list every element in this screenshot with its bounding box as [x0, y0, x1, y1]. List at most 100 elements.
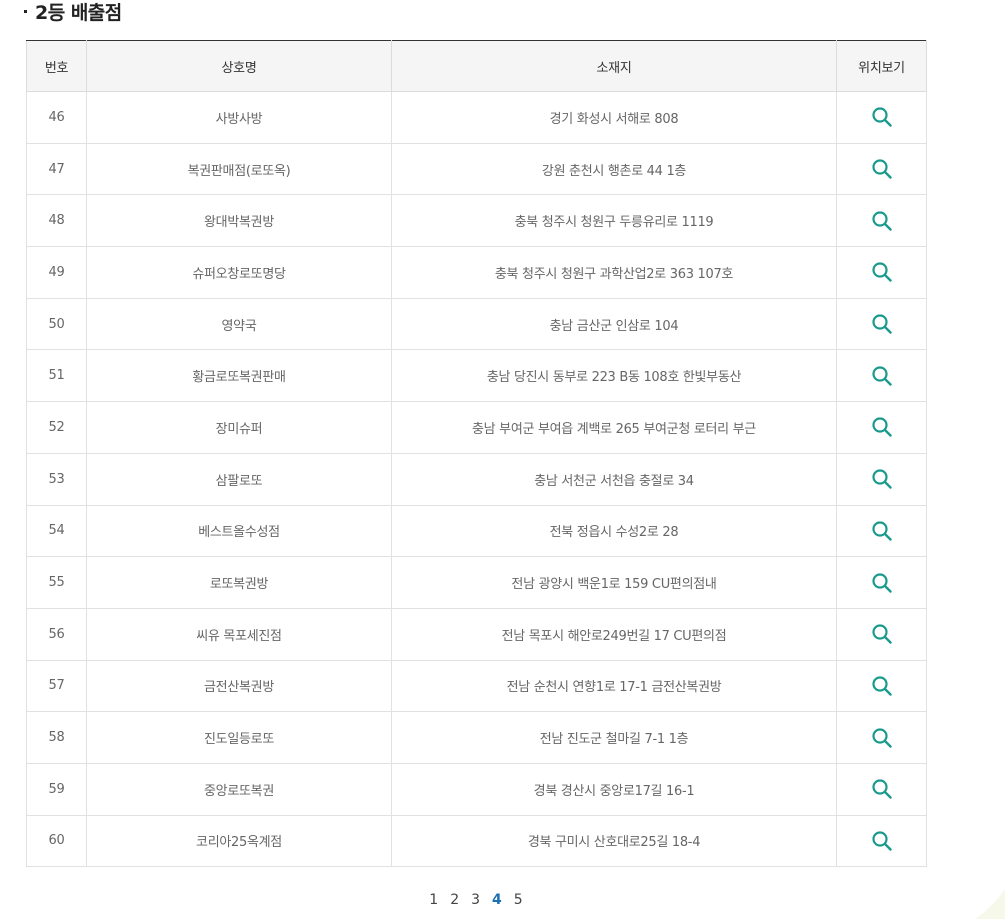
cell-location: [836, 142, 927, 196]
cell-store-name: 진도일등로또: [86, 711, 392, 764]
view-location-button[interactable]: [871, 365, 893, 387]
search-icon: [871, 211, 892, 231]
table-row: 52 장미슈퍼 충남 부여군 부여읍 계백로 265 부여군청 로터리 부근: [26, 401, 927, 454]
cell-address: 경북 경산시 중앙로17길 16-1: [391, 762, 837, 816]
page-link-2[interactable]: 2: [450, 892, 459, 908]
view-location-button[interactable]: [871, 261, 893, 283]
page-link-3[interactable]: 3: [471, 892, 480, 908]
view-location-button[interactable]: [871, 468, 893, 490]
section-title-text: 2등 배출점: [35, 2, 122, 24]
cell-address: 전남 진도군 철마길 7-1 1층: [391, 711, 837, 764]
cell-location: [836, 711, 927, 764]
cell-location: [836, 297, 927, 351]
table-body: 46 사방사방 경기 화성시 서해로 808 47 복권판매점(로또옥) 강원 춘천시 행…: [26, 91, 927, 868]
cell-location: [836, 452, 927, 506]
search-icon: [871, 159, 892, 179]
page: 2등 배출점 번호 상호명 소재지 위치보기 46 사방사방 경기 화성시 서해로 …: [0, 0, 1005, 919]
cell-location: [836, 349, 927, 403]
view-location-button[interactable]: [871, 158, 893, 180]
view-location-button[interactable]: [871, 778, 893, 800]
cell-store-name: 복권판매점(로또옥): [86, 142, 392, 196]
table-row: 55 로또복권방 전남 광양시 백운1로 159 CU편의점내: [26, 556, 927, 609]
table-row: 60 코리아25옥계점 경북 구미시 산호대로25길 18-4: [26, 814, 927, 868]
cell-store-name: 로또복권방: [86, 556, 392, 609]
view-location-button[interactable]: [871, 313, 893, 335]
cell-number: 54: [26, 504, 87, 558]
cell-address: 경기 화성시 서해로 808: [391, 91, 837, 144]
cell-location: [836, 401, 927, 454]
cell-location: [836, 607, 927, 661]
cell-number: 48: [26, 194, 87, 248]
cell-address: 충북 청주시 청원구 두릉유리로 1119: [391, 194, 837, 248]
table-row: 50 영약국 충남 금산군 인삼로 104: [26, 297, 927, 351]
cell-location: [836, 556, 927, 609]
view-location-button[interactable]: [871, 675, 893, 697]
search-icon: [871, 831, 892, 851]
page-link-4[interactable]: 4: [492, 892, 502, 908]
store-table: 번호 상호명 소재지 위치보기 46 사방사방 경기 화성시 서해로 808 47 복권…: [26, 40, 927, 868]
cell-address: 충남 부여군 부여읍 계백로 265 부여군청 로터리 부근: [391, 401, 837, 454]
corner-decoration-icon: [975, 889, 1005, 919]
search-icon: [871, 624, 892, 644]
cell-number: 53: [26, 452, 87, 506]
view-location-button[interactable]: [871, 210, 893, 232]
search-icon: [871, 107, 892, 128]
cell-address: 충남 금산군 인삼로 104: [391, 297, 837, 351]
view-location-button[interactable]: [871, 830, 893, 852]
search-icon: [871, 676, 892, 696]
cell-number: 51: [26, 349, 87, 403]
cell-address: 전남 순천시 연향1로 17-1 금전산복권방: [391, 659, 837, 713]
cell-number: 58: [26, 711, 87, 764]
cell-number: 60: [26, 814, 87, 868]
cell-number: 57: [26, 659, 87, 713]
search-icon: [871, 469, 892, 489]
table-row: 48 왕대박복권방 충북 청주시 청원구 두릉유리로 1119: [26, 194, 927, 248]
cell-address: 강원 춘천시 행촌로 44 1층: [391, 142, 837, 196]
view-location-button[interactable]: [871, 572, 893, 594]
table-row: 54 베스트올수성점 전북 정읍시 수성2로 28: [26, 504, 927, 558]
view-location-button[interactable]: [871, 416, 893, 438]
cell-number: 52: [26, 401, 87, 454]
header-number: 번호: [26, 40, 87, 92]
page-link-1[interactable]: 1: [429, 892, 438, 908]
search-icon: [871, 521, 892, 541]
table-row: 47 복권판매점(로또옥) 강원 춘천시 행촌로 44 1층: [26, 142, 927, 196]
cell-address: 충북 청주시 청원구 과학산업2로 363 107호: [391, 246, 837, 299]
cell-address: 전남 광양시 백운1로 159 CU편의점내: [391, 556, 837, 609]
table-row: 58 진도일등로또 전남 진도군 철마길 7-1 1층: [26, 711, 927, 764]
view-location-button[interactable]: [871, 727, 893, 749]
header-address: 소재지: [391, 40, 837, 92]
cell-address: 경북 구미시 산호대로25길 18-4: [391, 814, 837, 868]
cell-store-name: 씨유 목포세진점: [86, 607, 392, 661]
cell-store-name: 장미슈퍼: [86, 401, 392, 454]
cell-address: 충남 서천군 서천읍 충절로 34: [391, 452, 837, 506]
cell-location: [836, 91, 927, 144]
table-row: 49 슈퍼오창로또명당 충북 청주시 청원구 과학산업2로 363 107호: [26, 246, 927, 299]
header-location: 위치보기: [836, 40, 927, 92]
cell-number: 56: [26, 607, 87, 661]
view-location-button[interactable]: [871, 106, 893, 128]
cell-store-name: 왕대박복권방: [86, 194, 392, 248]
search-icon: [871, 727, 892, 748]
cell-number: 50: [26, 297, 87, 351]
pagination: 12345: [0, 892, 952, 908]
search-icon: [871, 779, 892, 799]
search-icon: [871, 262, 892, 283]
cell-store-name: 금전산복권방: [86, 659, 392, 713]
cell-address: 충남 당진시 동부로 223 B동 108호 한빛부동산: [391, 349, 837, 403]
table-row: 53 삼팔로또 충남 서천군 서천읍 충절로 34: [26, 452, 927, 506]
view-location-button[interactable]: [871, 520, 893, 542]
cell-location: [836, 246, 927, 299]
cell-store-name: 삼팔로또: [86, 452, 392, 506]
header-store-name: 상호명: [86, 40, 392, 92]
cell-number: 59: [26, 762, 87, 816]
cell-number: 55: [26, 556, 87, 609]
cell-address: 전북 정읍시 수성2로 28: [391, 504, 837, 558]
view-location-button[interactable]: [871, 623, 893, 645]
cell-store-name: 중앙로또복권: [86, 762, 392, 816]
table-header-row: 번호 상호명 소재지 위치보기: [26, 40, 927, 92]
page-link-5[interactable]: 5: [514, 892, 523, 908]
table-row: 51 황금로또복권판매 충남 당진시 동부로 223 B동 108호 한빛부동산: [26, 349, 927, 403]
title-bullet: [24, 10, 27, 13]
table-row: 57 금전산복권방 전남 순천시 연향1로 17-1 금전산복권방: [26, 659, 927, 713]
